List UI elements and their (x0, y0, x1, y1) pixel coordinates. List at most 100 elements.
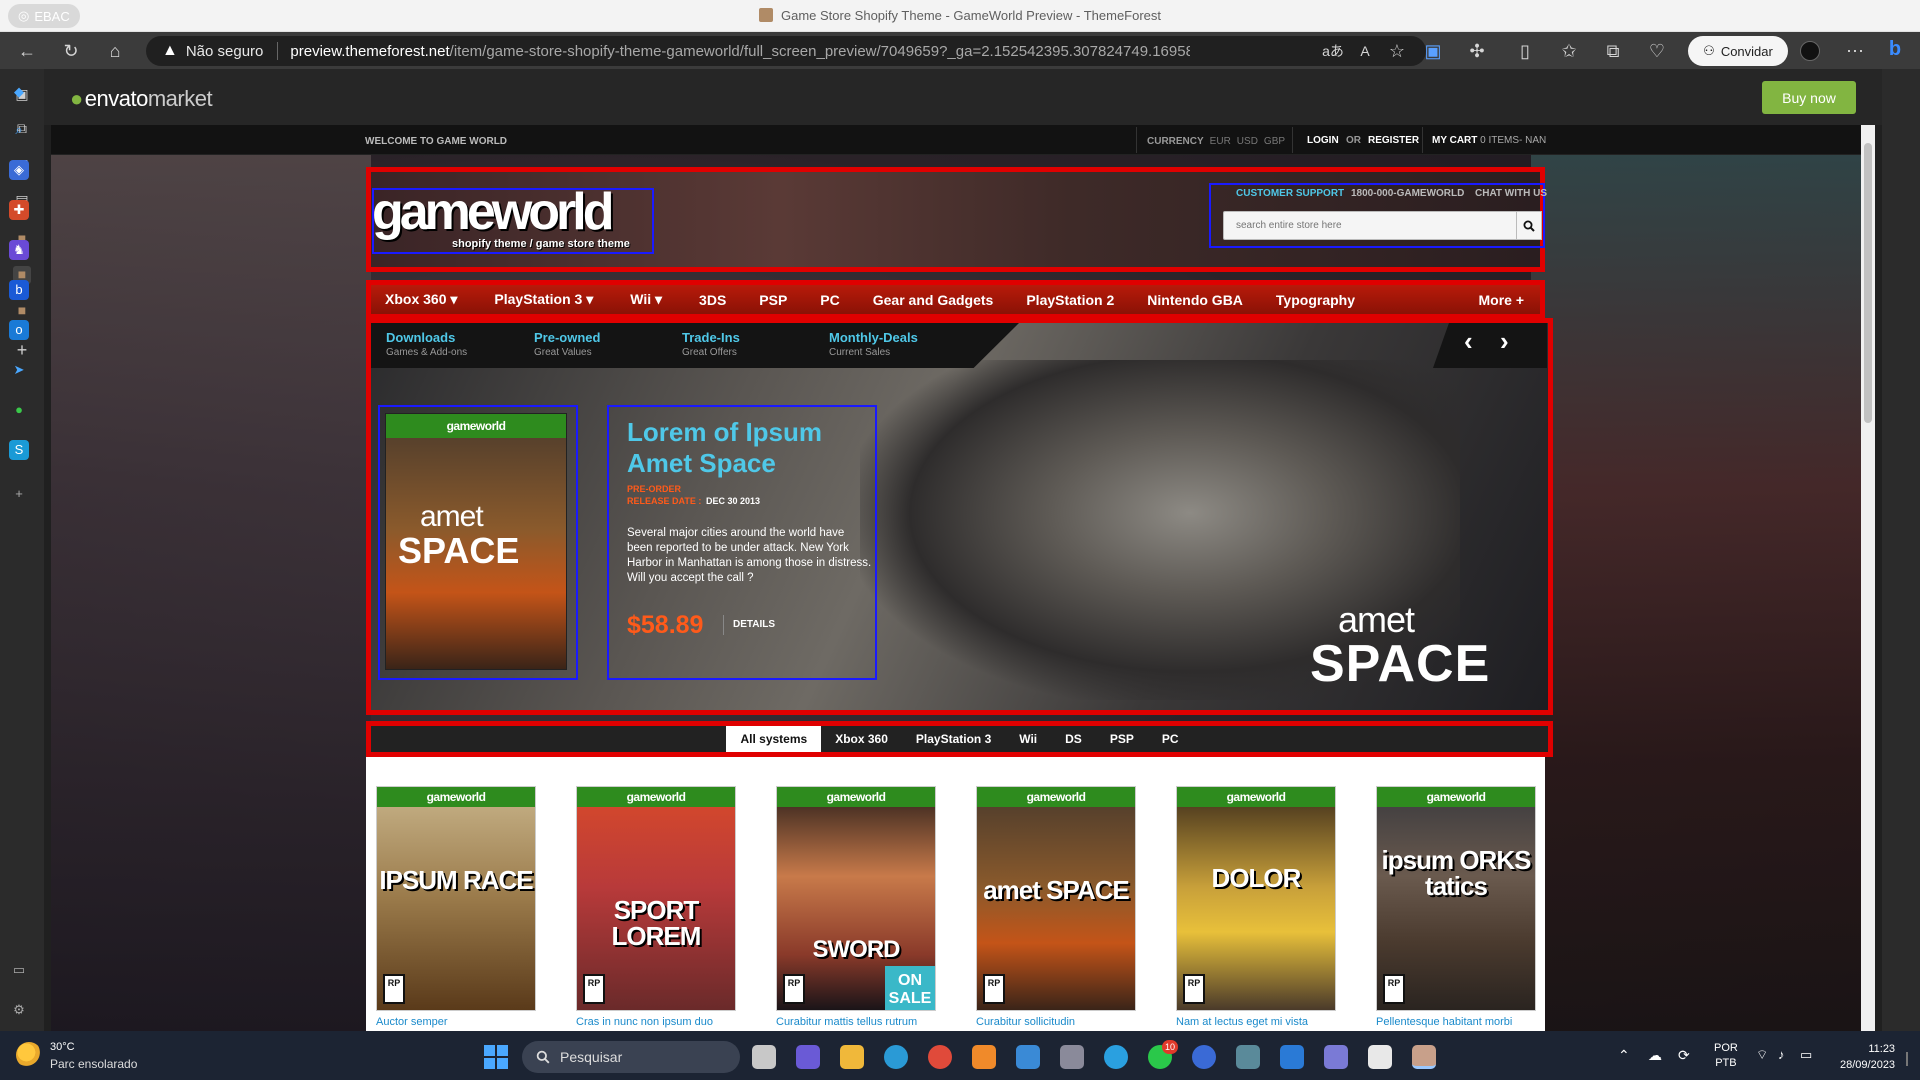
avatar[interactable] (1800, 41, 1820, 61)
start-button[interactable] (484, 1045, 508, 1069)
new-tab-icon[interactable]: + (13, 340, 31, 360)
nav-item-typography[interactable]: Typography (1276, 292, 1355, 308)
buy-now-button[interactable]: Buy now (1762, 81, 1856, 114)
copilot-app-icon[interactable] (1192, 1045, 1216, 1069)
product-card[interactable]: gameworld ipsum ORKS tatics RP Pellentes… (1376, 786, 1536, 1028)
cloud-icon[interactable]: ☁ (1648, 1047, 1662, 1064)
login-link[interactable]: LOGIN (1307, 135, 1339, 146)
favorite-star-icon[interactable]: ☆ (1384, 38, 1410, 64)
cart-link[interactable]: MY CART 0 ITEMS- NAN (1432, 135, 1546, 146)
skype-icon[interactable]: S (9, 440, 29, 460)
app-icon[interactable] (1324, 1045, 1348, 1069)
snipping-tool-icon[interactable] (1368, 1045, 1392, 1069)
store-search-input[interactable] (1223, 211, 1517, 240)
sublime-icon[interactable] (972, 1045, 996, 1069)
nav-item-more[interactable]: More + (1478, 292, 1524, 308)
performance-icon[interactable]: ♡ (1644, 38, 1670, 64)
security-status[interactable]: Não seguro (186, 43, 264, 60)
teams-icon[interactable] (796, 1045, 820, 1069)
product-card[interactable]: gameworld amet SPACE RP Curabitur sollic… (976, 786, 1136, 1028)
envato-logo[interactable]: ●envatomarket (70, 86, 213, 112)
tab-icon[interactable]: ■ (13, 302, 31, 320)
product-cover[interactable]: gameworld SPORT LOREM RP (576, 786, 736, 1011)
subnav-tradeins[interactable]: Trade-Ins (682, 330, 740, 345)
chevron-right-icon[interactable]: › (1500, 326, 1509, 357)
drop-icon[interactable]: ● (9, 400, 29, 420)
extensions-icon[interactable]: ✣ (1464, 38, 1490, 64)
currency-gbp[interactable]: GBP (1264, 136, 1285, 147)
product-cover[interactable]: gameworld IPSUM RACE RP (376, 786, 536, 1011)
product-card[interactable]: gameworld IPSUM RACE RP Auctor semper (376, 786, 536, 1028)
active-app-icon[interactable] (1412, 1045, 1436, 1069)
read-aloud-icon[interactable]: aあ (1320, 38, 1346, 64)
send-icon[interactable]: ➤ (9, 360, 29, 380)
scroll-thumb[interactable] (1864, 143, 1872, 423)
product-cover[interactable]: gameworld DOLOR RP (1176, 786, 1336, 1011)
settings-gear-icon[interactable]: ⚙ (9, 1000, 29, 1020)
weather-desc[interactable]: Parc ensolarado (50, 1057, 137, 1071)
notification-icon[interactable]: ◆ (9, 82, 29, 102)
chevron-left-icon[interactable]: ‹ (1464, 326, 1473, 357)
tab-psp[interactable]: PSP (1096, 726, 1148, 752)
text-size-icon[interactable]: A (1352, 38, 1378, 64)
collections-icon[interactable]: ⧉ (1600, 38, 1626, 64)
shopping-icon[interactable]: ◈ (9, 160, 29, 180)
nav-item-3ds[interactable]: 3DS (699, 292, 726, 308)
clock[interactable]: 11:23 28/09/2023 (1840, 1041, 1895, 1073)
nav-item-nintendo-gba[interactable]: Nintendo GBA (1147, 292, 1243, 308)
product-name[interactable]: Nam at lectus eget mi vista (1176, 1016, 1336, 1028)
tab-wii[interactable]: Wii (1005, 726, 1051, 752)
address-bar[interactable]: ▲ Não seguro preview.themeforest.net/ite… (146, 36, 1426, 66)
favorites-icon[interactable]: ✩ (1556, 38, 1582, 64)
taskbar-search[interactable]: Pesquisar (522, 1041, 740, 1073)
tab-all-systems[interactable]: All systems (726, 726, 822, 752)
back-icon[interactable]: ← (14, 38, 40, 64)
refresh-icon[interactable]: ↻ (58, 38, 84, 64)
product-name[interactable]: Pellentesque habitant morbi (1376, 1016, 1536, 1028)
chat-link[interactable]: CHAT WITH US (1475, 188, 1547, 199)
search-button[interactable] (1517, 211, 1542, 240)
product-card[interactable]: gameworld SWORD RP ON SALE Curabitur mat… (776, 786, 936, 1028)
register-link[interactable]: REGISTER (1368, 135, 1419, 146)
volume-icon[interactable]: ♪ (1778, 1047, 1785, 1062)
product-name[interactable]: Auctor semper (376, 1016, 536, 1028)
games-icon[interactable]: ♞ (9, 240, 29, 260)
bing-icon[interactable]: b (9, 280, 29, 300)
calculator-icon[interactable] (1236, 1045, 1260, 1069)
product-card[interactable]: gameworld DOLOR RP Nam at lectus eget mi… (1176, 786, 1336, 1028)
nav-item-playstation3[interactable]: PlayStation 3 ▾ (494, 291, 593, 308)
product-cover[interactable]: gameworld ipsum ORKS tatics RP (1376, 786, 1536, 1011)
tools-icon[interactable]: ✚ (9, 200, 29, 220)
chrome-icon[interactable] (928, 1045, 952, 1069)
currency-usd[interactable]: USD (1237, 136, 1258, 147)
nav-item-gear-and-gadgets[interactable]: Gear and Gadgets (873, 292, 994, 308)
app-icon[interactable] (1060, 1045, 1084, 1069)
product-name[interactable]: Curabitur mattis tellus rutrum (776, 1016, 936, 1028)
copilot-icon[interactable]: b (1882, 36, 1908, 62)
nav-item-xbox360[interactable]: Xbox 360 ▾ (385, 291, 457, 308)
sync-icon[interactable]: ⟳ (1678, 1047, 1690, 1064)
wifi-icon[interactable]: ⌔ (1756, 1047, 1768, 1063)
subnav-preowned[interactable]: Pre-owned (534, 330, 600, 345)
currency-eur[interactable]: EUR (1210, 136, 1231, 147)
add-sidebar-icon[interactable]: + (9, 484, 29, 504)
product-name[interactable]: Curabitur sollicitudin (976, 1016, 1136, 1028)
details-link[interactable]: DETAILS (733, 619, 775, 630)
translate-icon[interactable]: ▣ (1420, 38, 1446, 64)
weather-sun-icon[interactable] (16, 1042, 42, 1068)
sidebar-layout-icon[interactable]: ▭ (9, 960, 29, 980)
tab-pc[interactable]: PC (1148, 726, 1193, 752)
vscode-icon[interactable] (1280, 1045, 1304, 1069)
show-desktop[interactable] (1906, 1052, 1908, 1066)
nav-item-playstation2[interactable]: PlayStation 2 (1026, 292, 1114, 308)
battery-icon[interactable]: ▭ (1800, 1047, 1812, 1063)
subnav-downloads[interactable]: Downloads (386, 330, 455, 345)
store-icon[interactable] (1016, 1045, 1040, 1069)
chevron-up-icon[interactable]: ⌃ (1618, 1047, 1630, 1064)
split-screen-icon[interactable]: ▯ (1512, 38, 1538, 64)
subnav-monthly-deals[interactable]: Monthly-Deals (829, 330, 918, 345)
tab-xbox360[interactable]: Xbox 360 (821, 726, 902, 752)
nav-item-wii[interactable]: Wii ▾ (630, 291, 662, 308)
tab-ds[interactable]: DS (1051, 726, 1096, 752)
language-indicator[interactable]: POR PTB (1714, 1041, 1738, 1071)
